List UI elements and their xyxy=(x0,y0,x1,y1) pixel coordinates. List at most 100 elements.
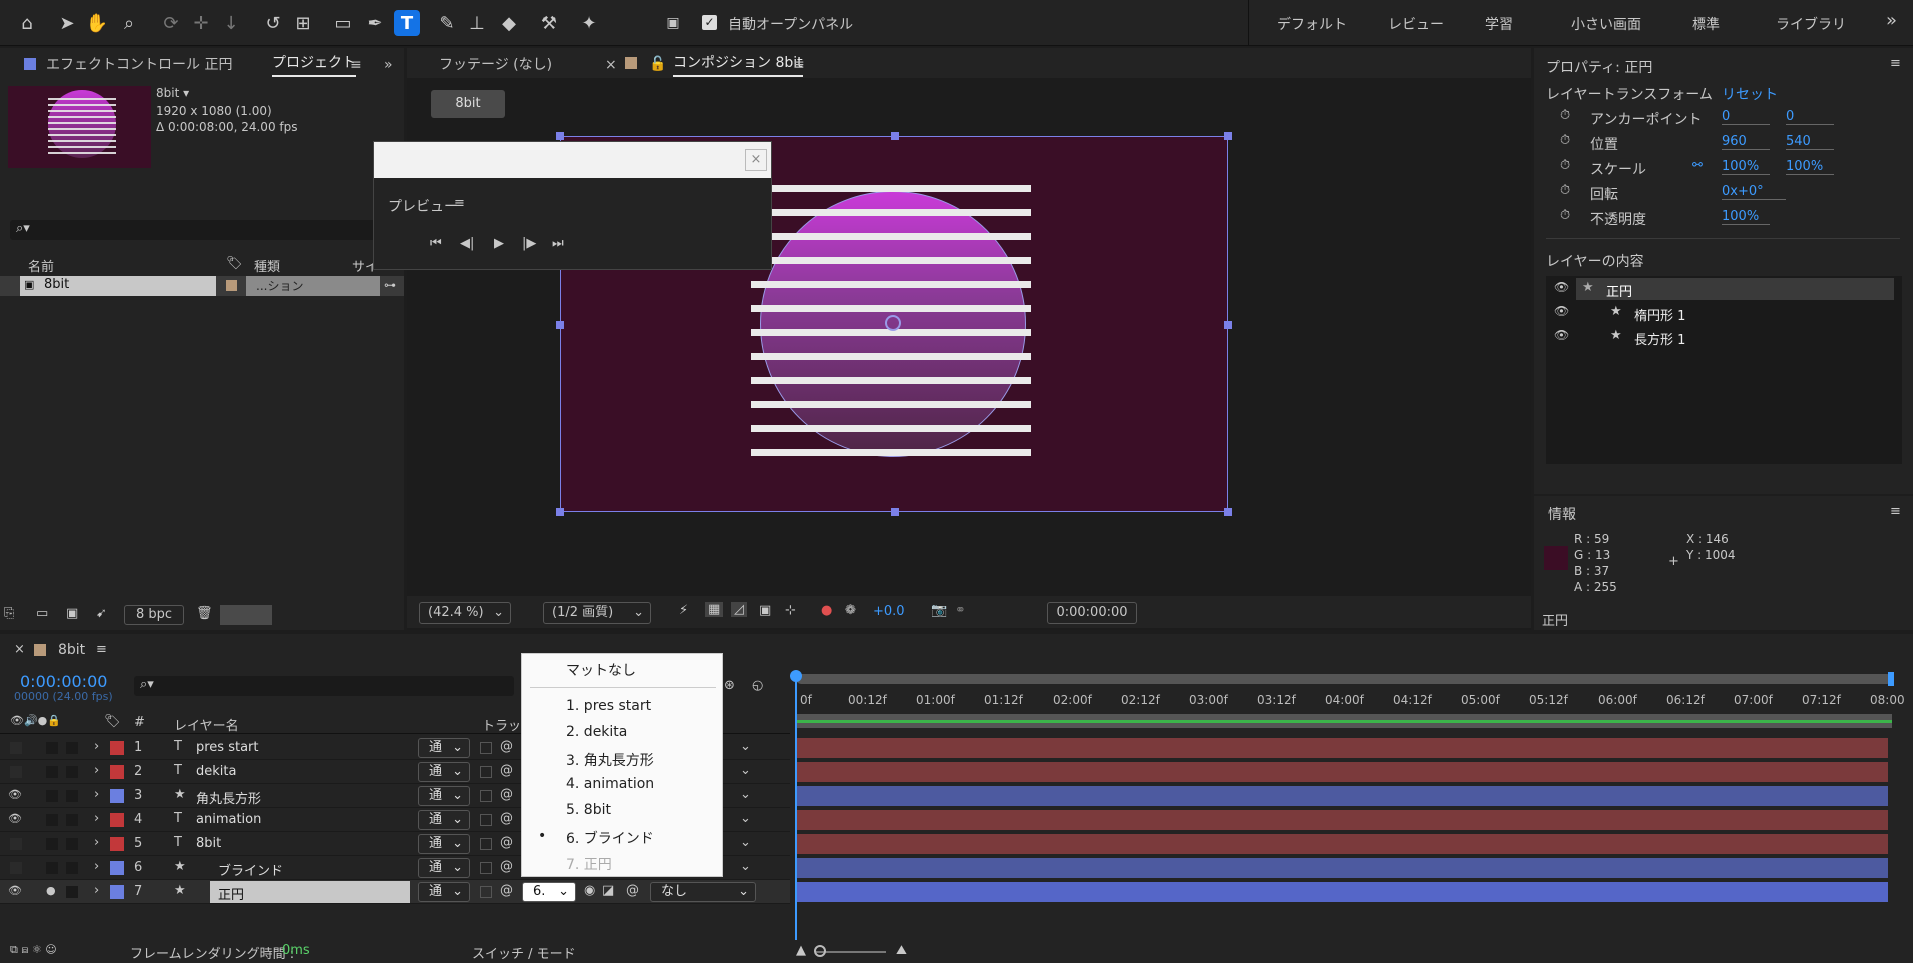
region-icon[interactable]: ▣ xyxy=(759,603,771,618)
stopwatch-icon[interactable]: ⏱ xyxy=(1560,208,1570,223)
workspace-library[interactable]: ライブラリ xyxy=(1776,14,1846,34)
lock-box[interactable] xyxy=(66,838,78,850)
handle-mr[interactable] xyxy=(1224,321,1232,329)
quality-dropdown[interactable]: (1/2 画質) ⌄ xyxy=(543,602,651,624)
puppet-tool-icon[interactable]: ✦ xyxy=(576,10,602,36)
constrain-link-icon[interactable]: ⚯ xyxy=(1692,158,1703,173)
selection-tool-icon[interactable]: ➤ xyxy=(54,10,80,36)
mask-path-icon[interactable]: ◿ xyxy=(731,602,747,617)
chevron-down-icon[interactable]: ⌄ xyxy=(740,859,751,874)
interpret-footage-icon[interactable]: ⎘ xyxy=(4,606,14,621)
blend-mode-dropdown[interactable]: 通 ⌄ xyxy=(418,762,470,782)
layer-bar[interactable] xyxy=(796,882,1888,902)
eye-icon[interactable]: 👁 xyxy=(1554,328,1569,342)
eye-icon[interactable]: 👁 xyxy=(8,788,22,801)
layer-name[interactable]: 8bit xyxy=(196,836,221,851)
chevron-down-icon[interactable]: ⌄ xyxy=(740,787,751,802)
chevron-right-icon[interactable]: › xyxy=(94,859,99,874)
workspace-more-icon[interactable]: » xyxy=(1886,10,1897,31)
flowchart-icon[interactable]: ⊶ xyxy=(384,278,396,292)
menu-item-3[interactable]: 3. 角丸長方形 xyxy=(566,750,654,770)
zoom-dropdown[interactable]: (42.4 %) ⌄ xyxy=(419,602,511,624)
preserve-box[interactable] xyxy=(480,814,492,826)
blend-mode-dropdown[interactable]: 通 ⌄ xyxy=(418,834,470,854)
layer-bar[interactable] xyxy=(796,786,1888,806)
visibility-box[interactable] xyxy=(10,766,22,778)
layer-name[interactable]: animation xyxy=(196,812,261,827)
home-icon[interactable]: ⌂ xyxy=(14,10,40,36)
work-area-bar[interactable] xyxy=(796,674,1892,684)
properties-menu-icon[interactable]: ≡ xyxy=(1890,56,1901,71)
invert-matte-icon[interactable]: ◪ xyxy=(602,883,614,898)
track-matte-pickwhip-icon[interactable]: @ xyxy=(500,811,513,826)
menu-item-1[interactable]: 1. pres start xyxy=(566,698,651,714)
text-tool-icon[interactable]: T xyxy=(394,10,420,36)
eraser-tool-icon[interactable]: ◆ xyxy=(496,10,522,36)
track-matte-pickwhip-icon[interactable]: @ xyxy=(500,787,513,802)
tab-project[interactable]: プロジェクト xyxy=(272,50,356,77)
blend-mode-dropdown[interactable]: 通 ⌄ xyxy=(418,810,470,830)
project-item-name[interactable]: 8bit ▾ xyxy=(156,86,189,100)
project-search-input[interactable]: ⌕▾ xyxy=(10,220,390,240)
preserve-box[interactable] xyxy=(480,766,492,778)
workspace-learn[interactable]: 学習 xyxy=(1485,14,1513,34)
stopwatch-icon[interactable]: ⏱ xyxy=(1560,133,1570,148)
rectangle-tool-icon[interactable]: ▭ xyxy=(330,10,356,36)
new-folder-icon[interactable]: ▭ xyxy=(36,606,48,621)
playhead-line[interactable] xyxy=(795,680,797,940)
new-comp-icon[interactable]: ▣ xyxy=(66,606,78,621)
solo-box[interactable] xyxy=(46,862,58,874)
col-name[interactable]: 名前 xyxy=(28,256,54,275)
zoom-slider-knob[interactable] xyxy=(814,945,826,957)
alpha-matte-icon[interactable]: ◉ xyxy=(584,883,595,898)
position-x[interactable]: 960 xyxy=(1722,134,1770,150)
workspace-review[interactable]: レビュー xyxy=(1388,14,1444,34)
eye-icon[interactable]: 👁 xyxy=(1554,280,1569,294)
workspace-small-screen[interactable]: 小さい画面 xyxy=(1571,14,1641,34)
clone-stamp-icon[interactable]: ⊥ xyxy=(464,10,490,36)
snapshot-icon[interactable]: 📷 xyxy=(931,603,947,618)
panel-expand-icon[interactable]: » xyxy=(384,50,393,80)
layer-name[interactable]: dekita xyxy=(196,764,236,779)
chevron-right-icon[interactable]: › xyxy=(94,811,99,826)
exposure-reset-icon[interactable]: ❁ xyxy=(845,603,856,618)
orbit-tool-icon[interactable]: ⟳ xyxy=(158,10,184,36)
layer-search-input[interactable]: ⌕▾ xyxy=(134,676,514,696)
close-footage-icon[interactable]: × xyxy=(605,50,617,80)
trash-icon[interactable]: 🗑 xyxy=(196,606,213,621)
graph-editor-icon[interactable]: ⊛ xyxy=(724,678,735,693)
transparency-grid-icon[interactable]: ▦ xyxy=(705,602,724,617)
blend-mode-dropdown[interactable]: 通 ⌄ xyxy=(418,882,470,902)
menu-item-no-matte[interactable]: マットなし xyxy=(566,660,636,680)
solo-box[interactable] xyxy=(46,814,58,826)
handle-bl[interactable] xyxy=(556,508,564,516)
track-matte-pickwhip-icon[interactable]: @ xyxy=(500,835,513,850)
project-row-8bit[interactable]: ▣ 8bit ...ション ⊶ xyxy=(0,276,404,296)
label-swatch[interactable] xyxy=(110,885,124,899)
lock-box[interactable] xyxy=(66,814,78,826)
zoom-out-icon[interactable]: ▲ xyxy=(796,943,806,958)
stopwatch-icon[interactable]: ⏱ xyxy=(1560,158,1570,173)
exposure-value[interactable]: +0.0 xyxy=(873,604,905,619)
lock-box[interactable] xyxy=(66,862,78,874)
rotation-value[interactable]: 0x+0° xyxy=(1722,184,1786,200)
track-matte-pickwhip-icon[interactable]: @ xyxy=(500,883,513,898)
tab-footage[interactable]: フッテージ (なし) xyxy=(439,50,552,80)
handle-br[interactable] xyxy=(1224,508,1232,516)
close-timeline-icon[interactable]: × xyxy=(14,642,25,657)
first-frame-icon[interactable]: ⏮ xyxy=(430,236,442,251)
channel-icon[interactable]: ● xyxy=(821,603,832,618)
parent-dropdown[interactable]: なし ⌄ xyxy=(650,882,756,902)
anchor-x[interactable]: 0 xyxy=(1722,109,1770,125)
layer-name[interactable]: ブラインド xyxy=(218,860,283,879)
auto-open-checkbox[interactable]: ✓ xyxy=(702,15,717,30)
timeline-menu-icon[interactable]: ≡ xyxy=(96,642,107,657)
eye-icon[interactable]: 👁 xyxy=(8,812,22,825)
opacity-value[interactable]: 100% xyxy=(1722,209,1770,225)
work-area-end[interactable] xyxy=(1888,672,1894,686)
visibility-box[interactable] xyxy=(10,742,22,754)
layer-bar[interactable] xyxy=(796,738,1888,758)
timeline-timecode[interactable]: 0:00:00:00 xyxy=(20,672,107,691)
comp-flow-icon[interactable]: ⧉ ⧈ ⚛ ☺ xyxy=(10,943,57,957)
solo-box[interactable] xyxy=(46,838,58,850)
